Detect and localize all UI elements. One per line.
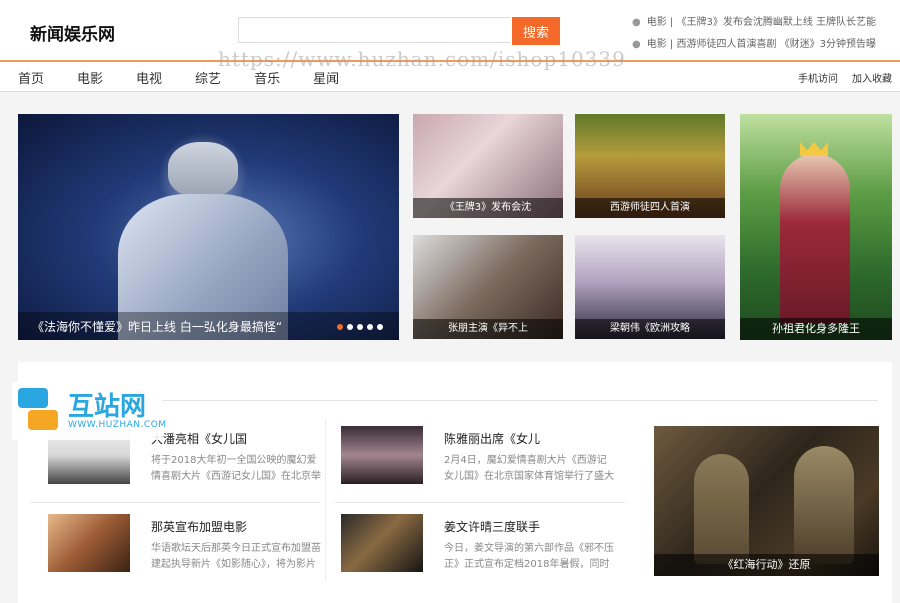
huzhan-logo-icon [18, 388, 60, 432]
row-divider [335, 502, 625, 503]
thumb-card[interactable]: 《王牌3》发布会沈 [413, 114, 563, 218]
thumb-card[interactable]: 梁朝伟《欧洲攻略 [575, 235, 725, 339]
slider-dot[interactable] [377, 324, 383, 330]
thumb-card[interactable]: 张朋主演《异不上 [413, 235, 563, 339]
thumb-card[interactable]: 西游师徒四人首演 [575, 114, 725, 218]
nav-item-tv[interactable]: 电视 [136, 68, 162, 87]
add-favorite-link[interactable]: 加入收藏 [852, 70, 892, 85]
slider-dot[interactable] [347, 324, 353, 330]
nav-item-movie[interactable]: 电影 [77, 68, 103, 87]
list-item[interactable]: 陈雅丽出席《女儿 2月4日，魔幻爱情喜剧大片《西游记女儿国》在北京国家体育馆举行… [341, 426, 614, 486]
news-thumbnail[interactable] [48, 514, 130, 572]
list-item[interactable]: 那英宣布加盟电影 华语歌坛天后那英今日正式宣布加盟苗建起执导新片《如影随心》，将… [48, 514, 321, 574]
news-desc: 将于2018大年初一全国公映的魔幻爱情喜剧大片《西游记女儿国》在北京举 [151, 455, 321, 482]
ticker-item[interactable]: ● 电影 | 西游师徒四人首演喜剧 《财迷》3分钟预告曝 [632, 34, 894, 56]
nav-item-home[interactable]: 首页 [18, 68, 44, 87]
news-thumbnail[interactable] [341, 426, 423, 484]
hero-slider[interactable]: 《法海你不懂爱》昨日上线 白一弘化身最搞怪“ [18, 114, 399, 340]
slider-dot[interactable] [337, 324, 343, 330]
poster-figure [780, 154, 850, 324]
thumb-caption: 梁朝伟《欧洲攻略 [575, 319, 725, 339]
bullet-icon: ● [632, 17, 641, 28]
news-title[interactable]: 那英宣布加盟电影 [151, 518, 247, 535]
news-title[interactable]: 大潘亮相《女儿国 [151, 430, 247, 447]
news-thumbnail[interactable] [341, 514, 423, 572]
url-watermark: https://www.huzhan.com/ishop10339 [218, 47, 626, 71]
column-divider [325, 420, 326, 580]
thumb-caption: 《王牌3》发布会沈 [413, 198, 563, 218]
ticker-item[interactable]: ● 电影 | 《王牌3》发布会沈腾幽默上线 王牌队长艺能 [632, 12, 894, 34]
mobile-access-link[interactable]: 手机访问 [798, 70, 838, 85]
feature-figure [694, 454, 749, 564]
bullet-icon: ● [632, 39, 641, 50]
poster-card[interactable]: 孙祖君化身多隆王 [740, 114, 892, 340]
list-item[interactable]: 姜文许晴三度联手 今日，姜文导演的第六部作品《邪不压正》正式宣布定档2018年暑… [341, 514, 614, 574]
slider-dot[interactable] [367, 324, 373, 330]
slider-dots [333, 324, 383, 330]
crown-icon [800, 142, 828, 156]
nav-right-links: 手机访问 加入收藏 [784, 70, 892, 85]
badge-url: WWW.HUZHAN.COM [68, 420, 167, 430]
huzhan-badge: 互站网 WWW.HUZHAN.COM [12, 382, 166, 440]
news-title[interactable]: 姜文许晴三度联手 [444, 518, 540, 535]
news-desc: 华语歌坛天后那英今日正式宣布加盟苗建起执导新片《如影随心》，将为影片 [151, 543, 321, 570]
thumb-caption: 张朋主演《异不上 [413, 319, 563, 339]
news-desc: 2月4日，魔幻爱情喜剧大片《西游记女儿国》在北京国家体育馆举行了盛大 [444, 455, 614, 482]
news-title[interactable]: 陈雅丽出席《女儿 [444, 430, 540, 447]
news-desc: 今日，姜文导演的第六部作品《邪不压正》正式宣布定档2018年暑假，同时 [444, 543, 614, 570]
feature-caption: 《红海行动》还原 [654, 554, 879, 576]
thumb-caption: 西游师徒四人首演 [575, 198, 725, 218]
news-ticker: ● 电影 | 《王牌3》发布会沈腾幽默上线 王牌队长艺能 ● 电影 | 西游师徒四人… [632, 12, 894, 56]
slider-caption[interactable]: 《法海你不懂爱》昨日上线 白一弘化身最搞怪“ [32, 318, 282, 335]
badge-name: 互站网 [68, 392, 147, 422]
slider-dot[interactable] [357, 324, 363, 330]
row-divider [30, 502, 320, 503]
site-logo[interactable]: 新闻娱乐网 [30, 20, 115, 45]
search-input[interactable] [238, 17, 510, 43]
search-button[interactable]: 搜索 [512, 17, 560, 45]
feature-card[interactable]: 《红海行动》还原 [654, 426, 879, 576]
feature-figure [794, 446, 854, 564]
hero-figure-head [168, 142, 238, 197]
thumb-caption: 孙祖君化身多隆王 [740, 318, 892, 340]
